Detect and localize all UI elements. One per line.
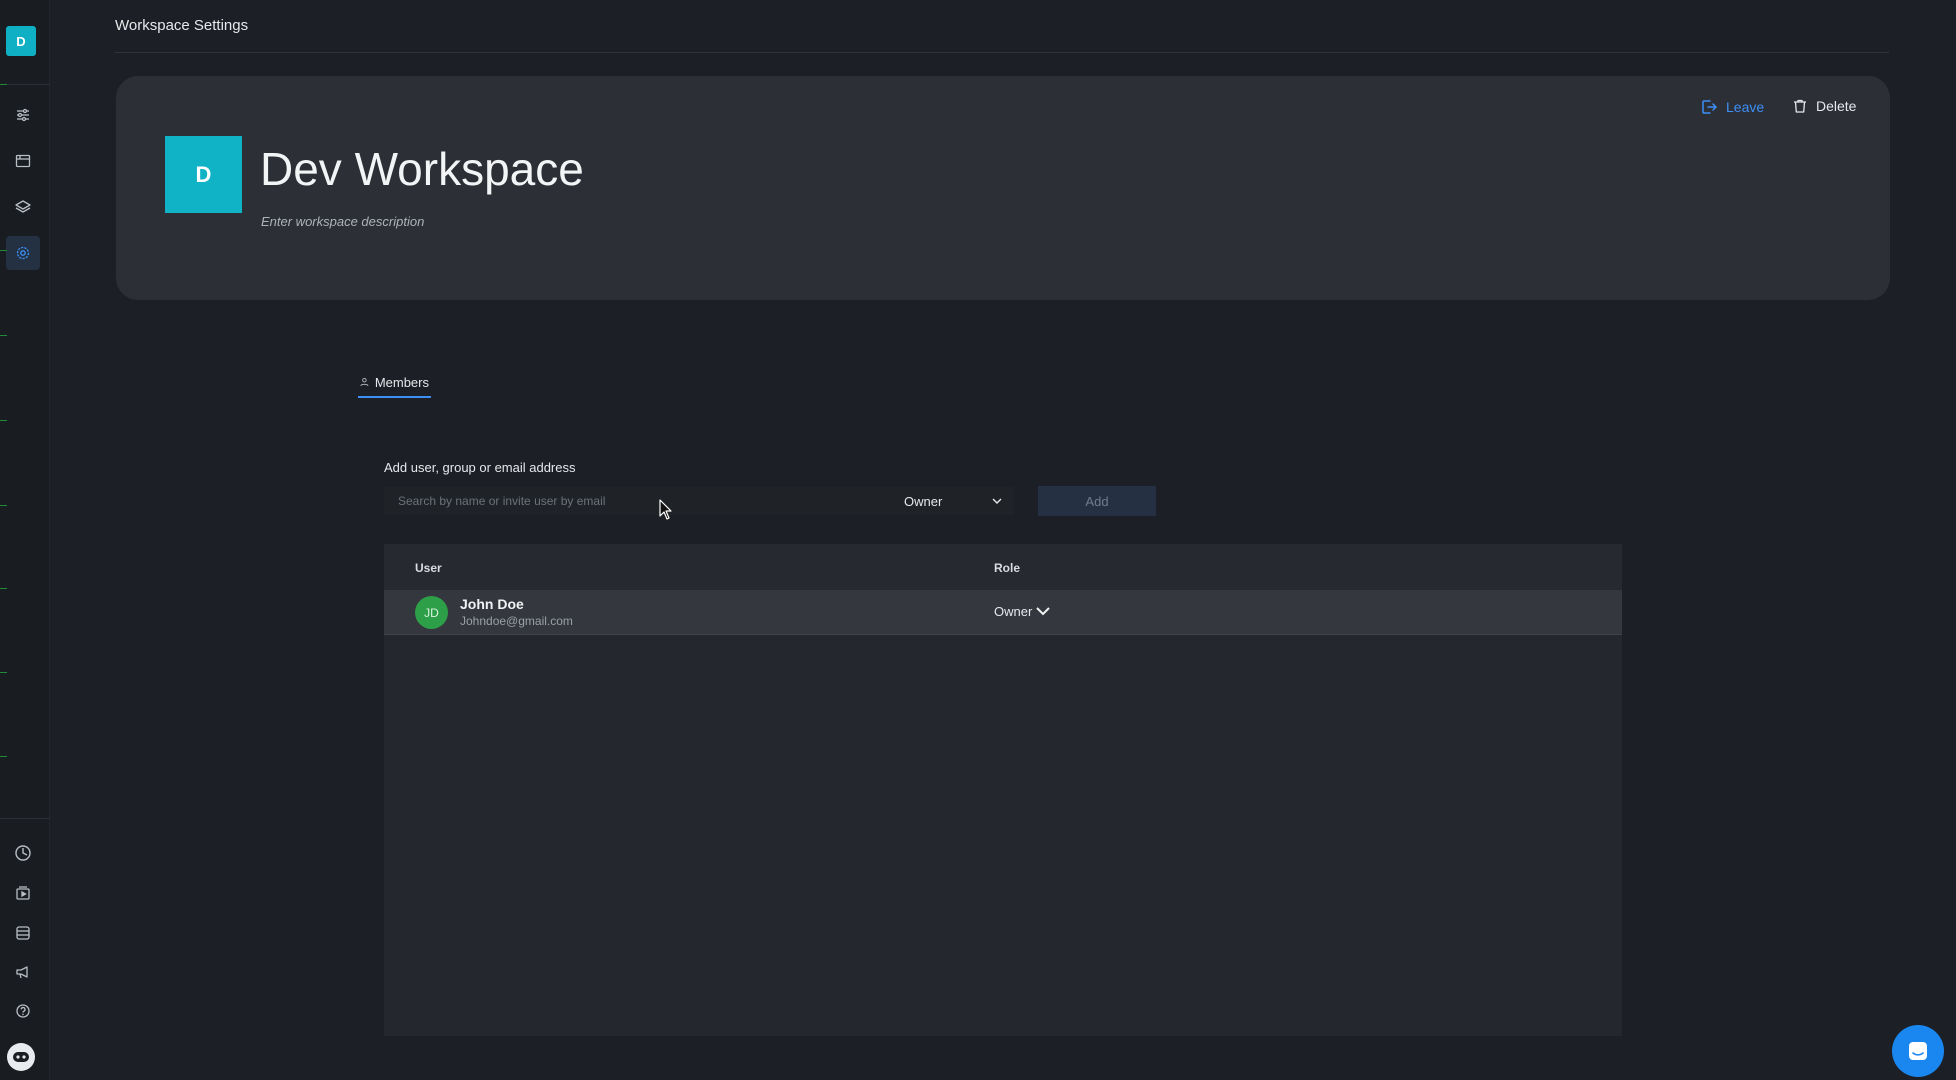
tab-members[interactable]: Members: [358, 368, 431, 398]
invite-label: Add user, group or email address: [384, 460, 576, 475]
sliders-icon[interactable]: [6, 98, 40, 132]
trash-icon: [1794, 99, 1806, 113]
table-row[interactable]: JD John Doe Johndoe@gmail.com Owner: [384, 590, 1622, 635]
column-header-user: User: [415, 561, 442, 575]
invite-search-input[interactable]: [384, 487, 884, 515]
rail-marker: [0, 672, 7, 673]
rail-marker: [0, 84, 7, 85]
delete-button[interactable]: Delete: [1792, 98, 1856, 114]
user-avatar-icon[interactable]: [7, 1043, 35, 1071]
chat-launcher-button[interactable]: [1892, 1025, 1944, 1077]
rail-marker: [0, 505, 7, 506]
avatar: JD: [415, 596, 448, 629]
rail-marker: [0, 250, 7, 251]
avatar-initials: JD: [424, 605, 439, 620]
leave-icon: [1702, 100, 1717, 114]
clock-icon[interactable]: [6, 836, 40, 870]
invite-role-value: Owner: [904, 493, 943, 509]
invite-role-select[interactable]: Owner: [884, 487, 1014, 515]
settings-gear-icon[interactable]: [6, 236, 40, 270]
chevron-down-icon: [992, 498, 1002, 504]
workspace-description[interactable]: Enter workspace description: [261, 214, 424, 229]
rail-marker: [0, 756, 7, 757]
rail-divider: [0, 84, 50, 85]
chevron-down-icon: [1036, 607, 1051, 616]
workspace-avatar[interactable]: D: [165, 136, 242, 213]
workspace-avatar-initial: D: [195, 161, 212, 187]
delete-label: Delete: [1816, 98, 1857, 114]
rail-marker: [0, 420, 7, 421]
title-divider: [115, 52, 1889, 53]
rail-marker: [0, 588, 7, 589]
page-title: Workspace Settings: [115, 17, 249, 34]
member-email: Johndoe@gmail.com: [460, 614, 573, 628]
tab-members-label: Members: [374, 374, 429, 390]
leave-label: Leave: [1726, 99, 1765, 115]
leave-button[interactable]: Leave: [1700, 98, 1764, 116]
media-library-icon[interactable]: [6, 876, 40, 910]
add-member-button[interactable]: Add: [1038, 486, 1156, 516]
workspace-switcher[interactable]: D: [6, 26, 36, 56]
workspace-name[interactable]: Dev Workspace: [260, 142, 584, 196]
database-icon[interactable]: [6, 916, 40, 950]
member-name: John Doe: [460, 596, 524, 612]
megaphone-icon[interactable]: [6, 955, 40, 989]
mouse-cursor-icon: [659, 499, 673, 526]
browser-window-icon[interactable]: [6, 144, 40, 178]
workspace-header-card: D Dev Workspace Enter workspace descript…: [116, 76, 1890, 300]
column-header-role: Role: [994, 561, 1021, 575]
rail-marker: [0, 335, 7, 336]
chat-icon: [1909, 1042, 1927, 1060]
table-header: User Role: [384, 544, 1622, 590]
help-icon[interactable]: [6, 994, 40, 1028]
member-role-dropdown[interactable]: Owner: [994, 604, 1051, 619]
members-table: User Role JD John Doe Johndoe@gmail.com …: [384, 544, 1622, 1036]
user-icon: [360, 378, 369, 387]
layers-icon[interactable]: [6, 190, 40, 224]
left-nav-rail: D: [0, 0, 50, 1080]
member-role-value: Owner: [994, 604, 1033, 619]
workspace-initial: D: [16, 33, 26, 49]
rail-divider: [0, 818, 50, 819]
